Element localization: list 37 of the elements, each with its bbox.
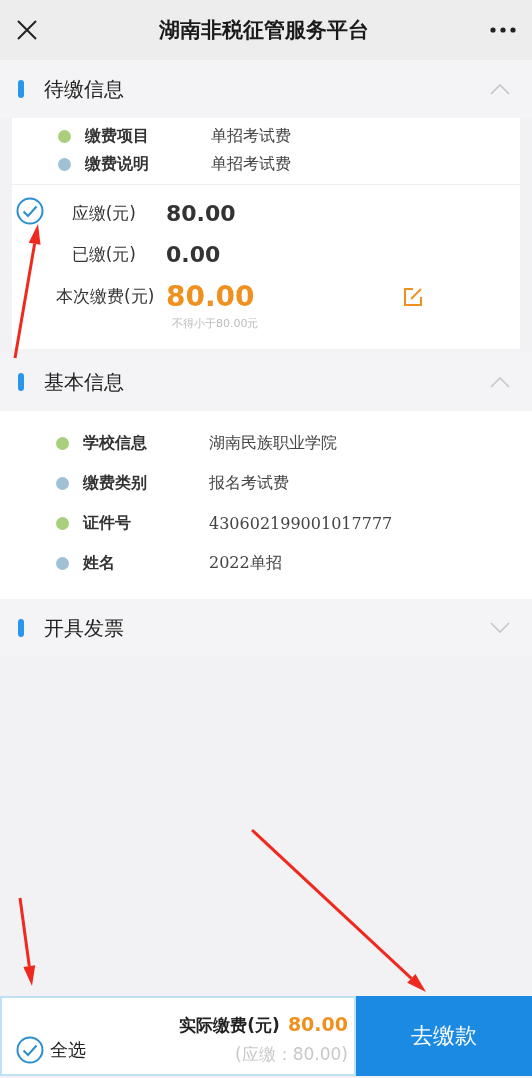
amount-hint: 不得小于80.00元 bbox=[172, 316, 260, 331]
field-value: 单招考试费 bbox=[211, 125, 291, 147]
total-amount: 80.00 bbox=[287, 1013, 348, 1035]
amount-label: 应缴(元) bbox=[70, 201, 137, 225]
field-label: 姓名 bbox=[83, 552, 116, 574]
select-all-checkbox[interactable]: 全选 bbox=[16, 1036, 86, 1064]
section-title: 待缴信息 bbox=[44, 75, 125, 103]
field-label: 缴费类别 bbox=[83, 472, 148, 494]
pay-button[interactable]: 去缴款 bbox=[356, 996, 532, 1076]
edit-icon[interactable] bbox=[402, 285, 424, 308]
amount-value: 0.00 bbox=[166, 242, 222, 267]
section-title: 开具发票 bbox=[44, 614, 125, 642]
amount-label: 本次缴费(元) bbox=[56, 285, 156, 308]
field-value: 430602199001017777 bbox=[209, 513, 393, 533]
section-marker bbox=[18, 619, 24, 637]
field-label: 缴费说明 bbox=[85, 153, 150, 175]
field-value: 单招考试费 bbox=[211, 153, 291, 175]
close-icon[interactable] bbox=[16, 19, 38, 41]
total-label: 实际缴费(元) bbox=[179, 1014, 280, 1037]
page-title: 湖南非税征管服务平台 bbox=[158, 17, 370, 44]
field-label: 证件号 bbox=[83, 512, 132, 534]
amount-value: 80.00 bbox=[166, 200, 237, 226]
field-value: 报名考试费 bbox=[209, 472, 289, 494]
collapse-icon[interactable] bbox=[490, 83, 510, 95]
section-marker bbox=[18, 80, 24, 98]
amount-label: 已缴(元) bbox=[70, 243, 137, 266]
section-marker bbox=[18, 373, 24, 391]
amount-value: 80.00 bbox=[166, 280, 255, 313]
expand-icon[interactable] bbox=[490, 622, 510, 634]
field-label: 学校信息 bbox=[83, 432, 148, 454]
field-value: 湖南民族职业学院 bbox=[209, 432, 337, 454]
collapse-icon[interactable] bbox=[490, 376, 510, 388]
item-checkbox[interactable] bbox=[16, 197, 44, 225]
field-value: 2022单招 bbox=[209, 552, 282, 574]
more-icon[interactable] bbox=[490, 27, 516, 33]
section-title: 基本信息 bbox=[44, 368, 125, 396]
field-label: 缴费项目 bbox=[85, 125, 150, 147]
